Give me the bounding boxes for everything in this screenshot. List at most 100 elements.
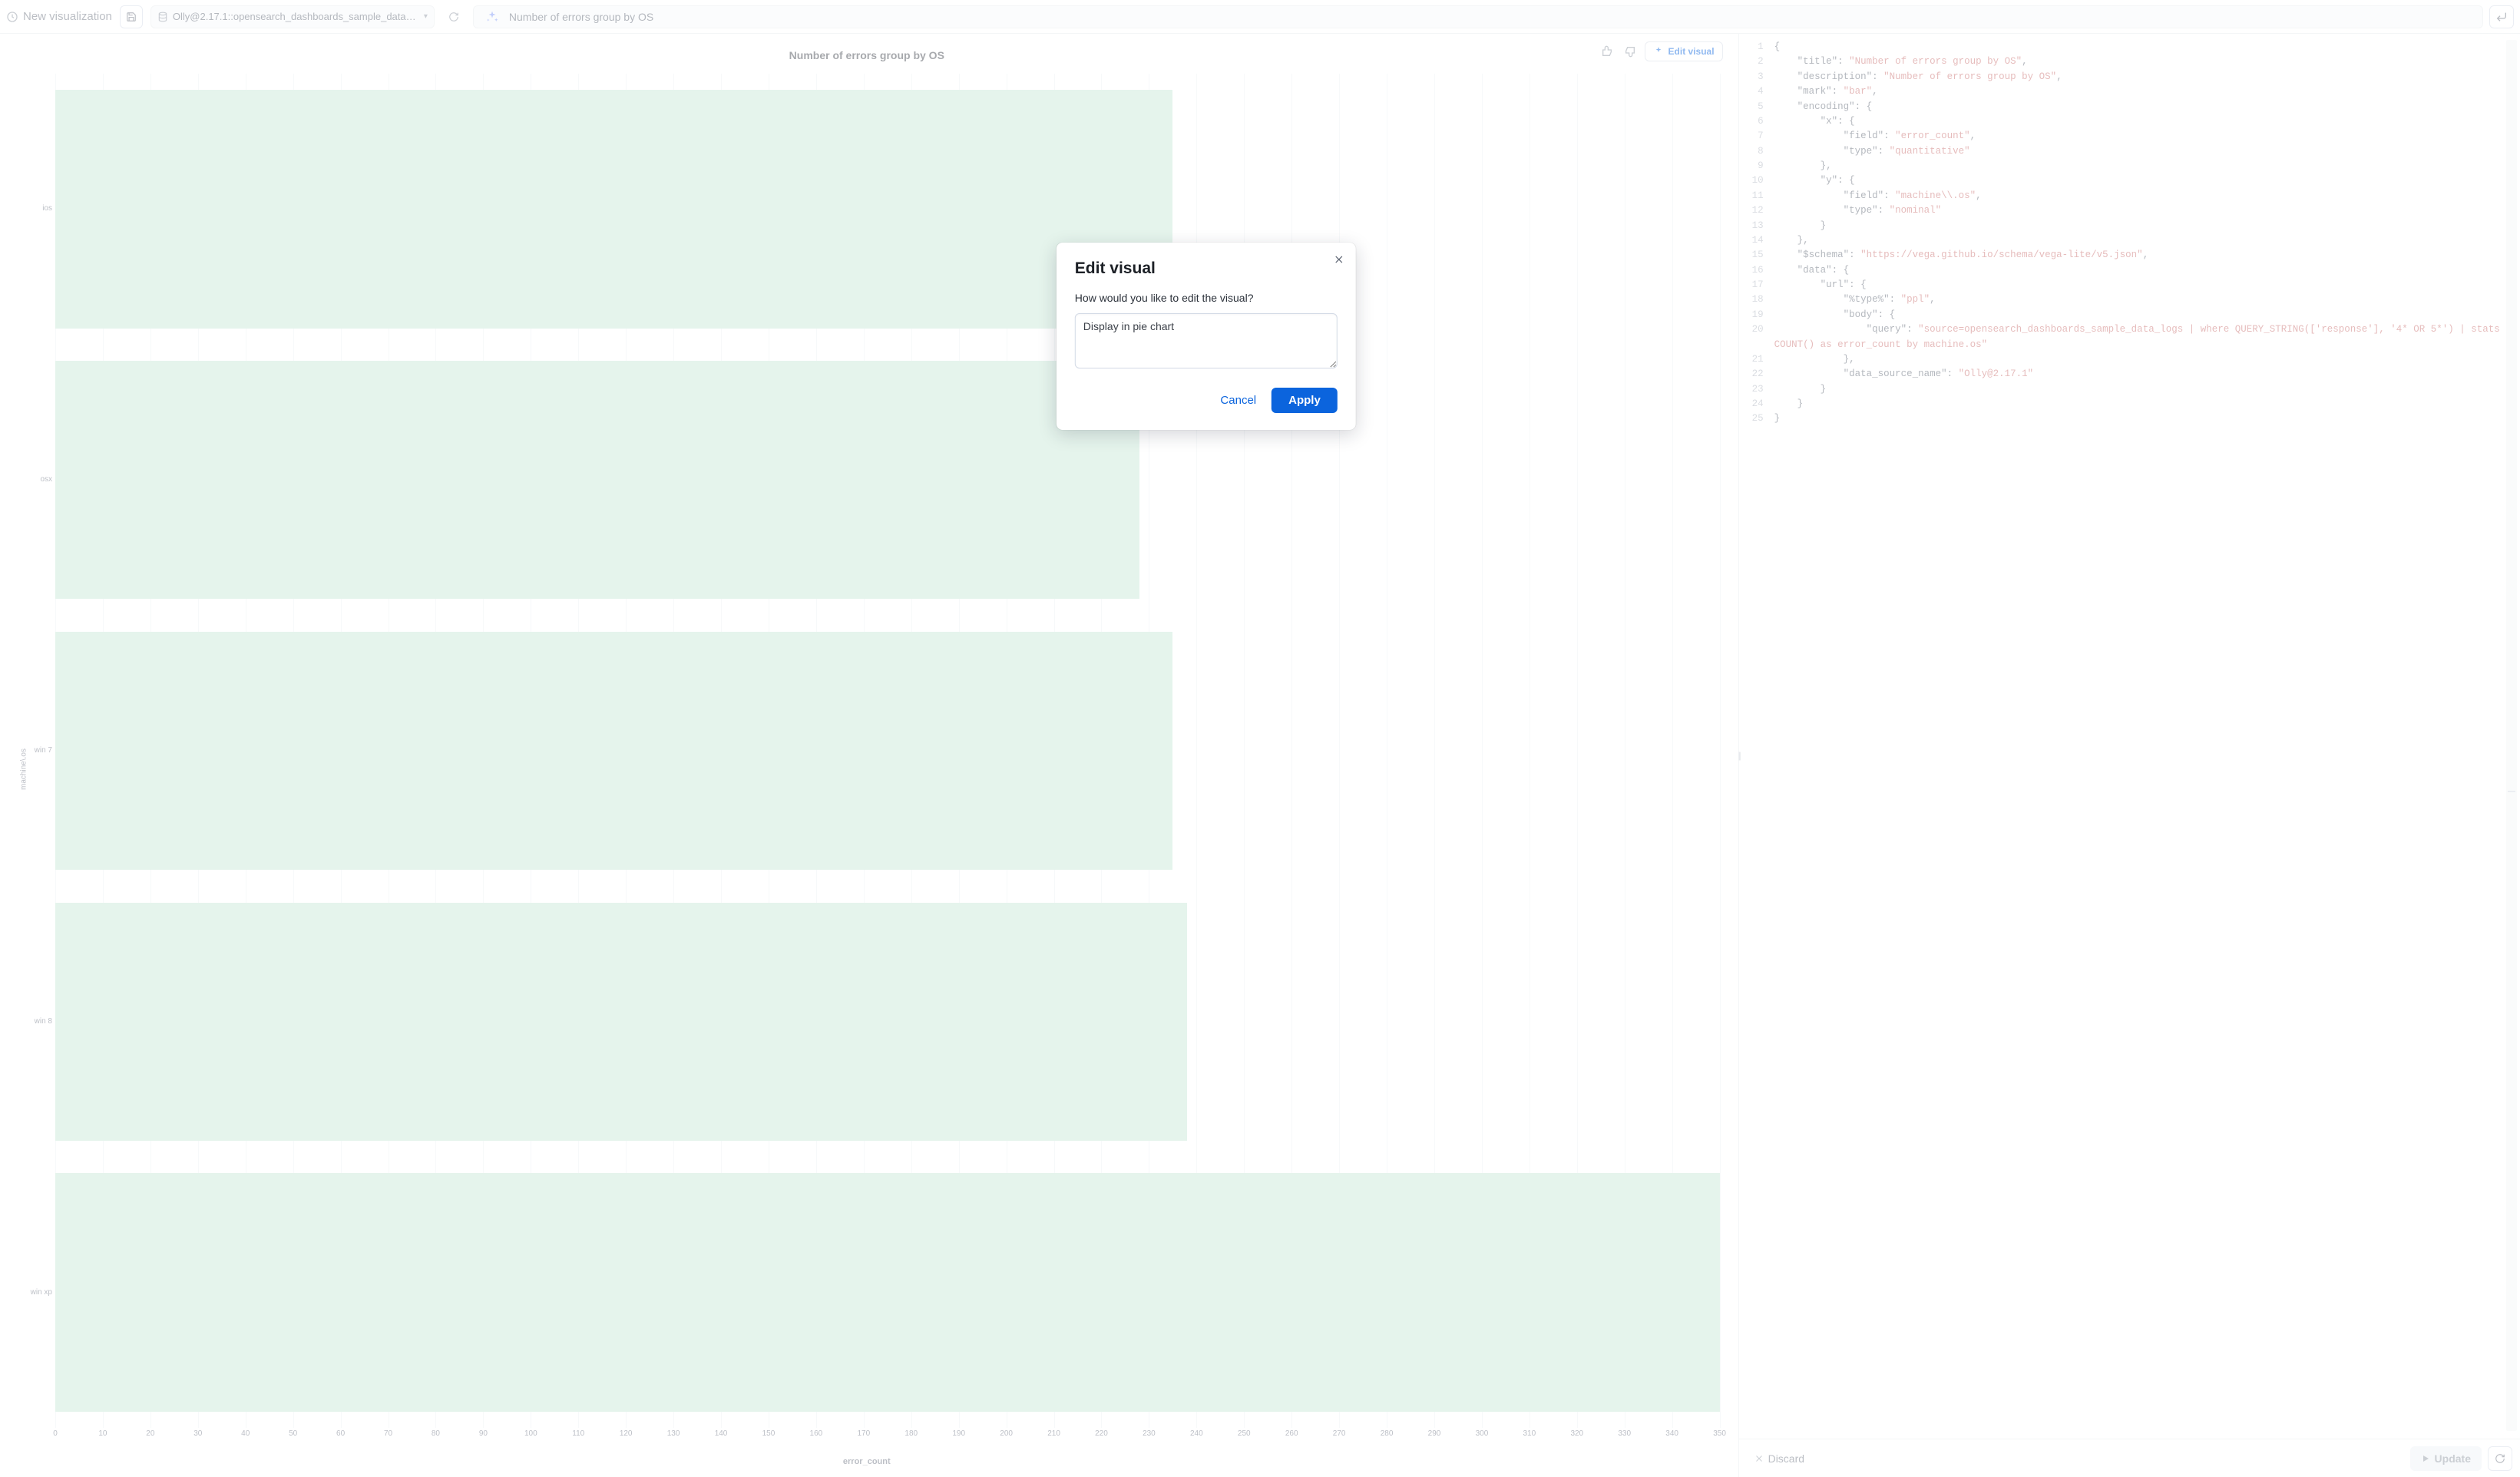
chart-title: Number of errors group by OS [789, 49, 944, 61]
enter-icon [2495, 11, 2508, 23]
cancel-button[interactable]: Cancel [1217, 389, 1259, 411]
code-line: 13 } [1739, 219, 2517, 233]
code-text: "$schema": "https://vega.github.io/schem… [1774, 248, 2517, 263]
code-line: 23 } [1739, 382, 2517, 397]
code-line: 2 "title": "Number of errors group by OS… [1739, 55, 2517, 69]
query-input-wrap[interactable]: Number of errors group by OS [473, 5, 2483, 28]
bar [55, 361, 1139, 599]
modal-close-button[interactable] [1330, 250, 1348, 269]
line-number: 3 [1739, 70, 1774, 84]
modal-textarea[interactable]: Display in pie chart [1075, 313, 1338, 368]
x-tick: 170 [857, 1429, 870, 1438]
edit-visual-button[interactable]: Edit visual [1645, 41, 1723, 61]
x-tick: 20 [146, 1429, 154, 1438]
code-text: "description": "Number of errors group b… [1774, 70, 2517, 84]
x-tick: 30 [193, 1429, 202, 1438]
code-editor[interactable]: 1{2 "title": "Number of errors group by … [1739, 34, 2520, 1439]
code-text: "%type%": "ppl", [1774, 292, 2517, 307]
thumbs-up-icon [1601, 45, 1613, 58]
plot-area [55, 74, 1720, 1428]
x-tick: 240 [1190, 1429, 1203, 1438]
line-number: 25 [1739, 411, 1774, 426]
code-line: 17 "url": { [1739, 278, 2517, 292]
code-line: 19 "body": { [1739, 308, 2517, 322]
code-line: 16 "data": { [1739, 263, 2517, 278]
x-axis-label: error_count [843, 1457, 891, 1466]
code-text: }, [1774, 233, 2517, 248]
y-tick: win 7 [25, 746, 52, 755]
x-axis: 0102030405060708090100110120130140150160… [55, 1429, 1720, 1452]
code-text: "query": "source=opensearch_dashboards_s… [1774, 322, 2517, 352]
sparkle-icon [1653, 46, 1664, 57]
code-line: 11 "field": "machine\\.os", [1739, 189, 2517, 203]
x-tick: 160 [810, 1429, 823, 1438]
code-line: 20 "query": "source=opensearch_dashboard… [1739, 322, 2517, 352]
datasource-select[interactable]: Olly@2.17.1::opensearch_dashboards_sampl… [150, 5, 435, 28]
code-text: "field": "machine\\.os", [1774, 189, 2517, 203]
minimap[interactable] [2506, 40, 2517, 1431]
code-text: "field": "error_count", [1774, 129, 2517, 144]
code-text: "url": { [1774, 278, 2517, 292]
x-tick: 250 [1238, 1429, 1251, 1438]
database-icon [157, 12, 168, 22]
refresh-code-button[interactable] [2488, 1446, 2512, 1471]
pane-splitter[interactable]: || [1738, 750, 1739, 761]
line-number: 21 [1739, 352, 1774, 367]
thumbs-down-button[interactable] [1622, 43, 1639, 60]
line-number: 13 [1739, 219, 1774, 233]
code-text: }, [1774, 159, 2517, 173]
line-number: 18 [1739, 292, 1774, 307]
x-tick: 40 [241, 1429, 250, 1438]
x-tick: 270 [1333, 1429, 1346, 1438]
line-number: 8 [1739, 144, 1774, 159]
x-tick: 280 [1381, 1429, 1394, 1438]
edit-visual-modal: Edit visual How would you like to edit t… [1057, 243, 1356, 430]
code-line: 12 "type": "nominal" [1739, 203, 2517, 218]
bar [55, 632, 1172, 870]
x-tick: 140 [715, 1429, 728, 1438]
run-query-button[interactable] [2489, 5, 2514, 28]
code-text: "encoding": { [1774, 100, 2517, 114]
modal-question: How would you like to edit the visual? [1075, 292, 1338, 304]
x-tick: 150 [762, 1429, 776, 1438]
code-text: } [1774, 397, 2517, 411]
line-number: 23 [1739, 382, 1774, 397]
x-tick: 340 [1665, 1429, 1678, 1438]
code-text: "data": { [1774, 263, 2517, 278]
line-number: 1 [1739, 40, 1774, 55]
bar [55, 90, 1172, 328]
line-number: 14 [1739, 233, 1774, 248]
x-tick: 230 [1143, 1429, 1156, 1438]
code-text: } [1774, 382, 2517, 397]
line-number: 2 [1739, 55, 1774, 69]
x-tick: 80 [432, 1429, 440, 1438]
line-number: 17 [1739, 278, 1774, 292]
thumbs-up-button[interactable] [1599, 43, 1616, 60]
bar [55, 1173, 1720, 1411]
discard-button[interactable]: Discard [1747, 1448, 1812, 1469]
close-icon [1754, 1454, 1764, 1463]
code-text: "data_source_name": "Olly@2.17.1" [1774, 367, 2517, 382]
chevron-down-icon: ▾ [424, 12, 428, 21]
code-text: "type": "quantitative" [1774, 144, 2517, 159]
x-tick: 180 [904, 1429, 918, 1438]
x-tick: 290 [1428, 1429, 1441, 1438]
line-number: 16 [1739, 263, 1774, 278]
query-text: Number of errors group by OS [509, 11, 653, 23]
y-axis: iososxwin 7win 8win xp [25, 74, 55, 1428]
code-bottom-bar: Discard Update [1739, 1439, 2520, 1477]
update-label: Update [2435, 1452, 2471, 1465]
line-number: 22 [1739, 367, 1774, 382]
apply-button[interactable]: Apply [1272, 388, 1338, 413]
code-line: 24 } [1739, 397, 2517, 411]
code-line: 5 "encoding": { [1739, 100, 2517, 114]
x-tick: 120 [620, 1429, 633, 1438]
line-number: 7 [1739, 129, 1774, 144]
refresh-datasource-button[interactable] [442, 5, 465, 28]
x-tick: 350 [1713, 1429, 1726, 1438]
y-tick: osx [25, 475, 52, 484]
save-button[interactable] [120, 5, 143, 28]
code-text: "title": "Number of errors group by OS", [1774, 55, 2517, 69]
update-button[interactable]: Update [2410, 1446, 2482, 1471]
line-number: 24 [1739, 397, 1774, 411]
